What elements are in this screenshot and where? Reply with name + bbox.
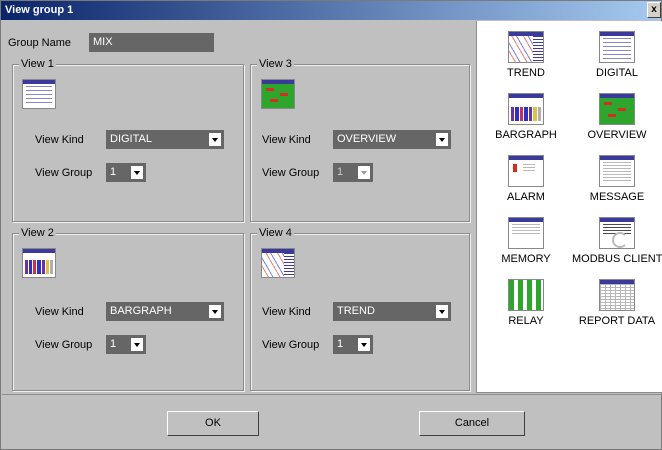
view-2-kind-label: View Kind	[35, 306, 84, 318]
modbus-client-icon	[599, 217, 635, 249]
window-title: View group 1	[5, 4, 74, 16]
palette-label: OVERVIEW	[587, 129, 647, 141]
bargraph-icon	[508, 93, 544, 125]
view-2-group: View 2 View Kind BARGRAPH View Group 1	[12, 227, 244, 391]
view-3-group-label: View Group	[262, 167, 320, 179]
bargraph-icon	[22, 248, 56, 278]
palette-item-memory[interactable]: MEMORY	[481, 217, 571, 265]
view-2-kind-select[interactable]: BARGRAPH	[106, 302, 224, 321]
view-group-dialog: View group 1 x Group Name MIX View 1 Vie…	[0, 0, 662, 450]
palette-label: MESSAGE	[589, 191, 645, 203]
palette-item-message[interactable]: MESSAGE	[572, 155, 662, 203]
palette-label: MEMORY	[501, 253, 551, 265]
view-2-kind-value: BARGRAPH	[110, 305, 172, 317]
view-1-kind-label: View Kind	[35, 134, 84, 146]
palette-item-overview[interactable]: OVERVIEW	[572, 93, 662, 141]
digital-icon	[599, 31, 635, 63]
view-3-kind-value: OVERVIEW	[337, 133, 397, 145]
view-3-group: View 3 View Kind OVERVIEW View Group 1	[250, 58, 470, 222]
view-1-group-select[interactable]: 1	[106, 163, 146, 182]
alarm-icon	[508, 155, 544, 187]
view-1-group: View 1 View Kind DIGITAL View Group 1	[12, 58, 244, 222]
chevron-down-icon[interactable]	[357, 337, 371, 352]
chevron-down-icon[interactable]	[130, 337, 144, 352]
relay-icon	[508, 279, 544, 311]
view-1-group-value: 1	[110, 166, 117, 178]
trend-icon	[508, 31, 544, 63]
group-name-label: Group Name	[8, 37, 71, 49]
view-2-group-select[interactable]: 1	[106, 335, 146, 354]
palette-item-relay[interactable]: RELAY	[481, 279, 571, 327]
view-1-legend: View 1	[19, 58, 56, 70]
view-2-group-value: 1	[110, 338, 117, 350]
view-kind-palette: TREND DIGITAL BARGRAPH OVERVIEW ALARM ME…	[476, 21, 662, 393]
overview-icon	[599, 93, 635, 125]
chevron-down-icon[interactable]	[208, 304, 222, 319]
palette-item-trend[interactable]: TREND	[481, 31, 571, 79]
message-icon	[599, 155, 635, 187]
view-3-group-value: 1	[337, 166, 344, 178]
palette-item-bargraph[interactable]: BARGRAPH	[481, 93, 571, 141]
view-4-kind-select[interactable]: TREND	[333, 302, 451, 321]
view-4-kind-label: View Kind	[262, 306, 311, 318]
view-1-kind-value: DIGITAL	[110, 133, 152, 145]
view-2-group-label: View Group	[35, 339, 93, 351]
palette-item-alarm[interactable]: ALARM	[481, 155, 571, 203]
view-1-kind-select[interactable]: DIGITAL	[106, 130, 224, 149]
group-name-input[interactable]: MIX	[89, 33, 214, 52]
chevron-down-icon[interactable]	[130, 165, 144, 180]
view-1-group-label: View Group	[35, 167, 93, 179]
title-bar[interactable]: View group 1 x	[1, 1, 661, 20]
overview-icon	[261, 79, 295, 109]
palette-item-digital[interactable]: DIGITAL	[572, 31, 662, 79]
palette-label: ALARM	[507, 191, 545, 203]
palette-label: REPORT DATA	[578, 315, 656, 327]
chevron-down-icon[interactable]	[435, 304, 449, 319]
memory-icon	[508, 217, 544, 249]
view-2-legend: View 2	[19, 227, 56, 239]
view-4-legend: View 4	[257, 227, 294, 239]
view-4-group-label: View Group	[262, 339, 320, 351]
close-icon[interactable]: x	[647, 2, 661, 18]
view-4-group-select[interactable]: 1	[333, 335, 373, 354]
digital-icon	[22, 79, 56, 109]
chevron-down-icon	[357, 165, 371, 180]
view-4-group-value: 1	[337, 338, 344, 350]
view-4-kind-value: TREND	[337, 305, 375, 317]
view-3-legend: View 3	[257, 58, 294, 70]
trend-icon	[261, 248, 295, 278]
palette-label: RELAY	[508, 315, 544, 327]
palette-item-modbus-client[interactable]: MODBUS CLIENT	[572, 217, 662, 265]
cancel-button[interactable]: Cancel	[419, 411, 525, 436]
palette-label: DIGITAL	[596, 67, 638, 79]
view-3-kind-label: View Kind	[262, 134, 311, 146]
chevron-down-icon[interactable]	[208, 132, 222, 147]
palette-label: TREND	[507, 67, 545, 79]
footer-divider	[2, 394, 662, 395]
palette-item-report-data[interactable]: REPORT DATA	[572, 279, 662, 327]
chevron-down-icon[interactable]	[435, 132, 449, 147]
palette-label: MODBUS CLIENT	[572, 253, 662, 265]
palette-label: BARGRAPH	[495, 129, 557, 141]
view-3-kind-select[interactable]: OVERVIEW	[333, 130, 451, 149]
view-3-group-select: 1	[333, 163, 373, 182]
ok-button[interactable]: OK	[167, 411, 259, 436]
report-data-icon	[599, 279, 635, 311]
view-4-group: View 4 View Kind TREND View Group 1	[250, 227, 470, 391]
